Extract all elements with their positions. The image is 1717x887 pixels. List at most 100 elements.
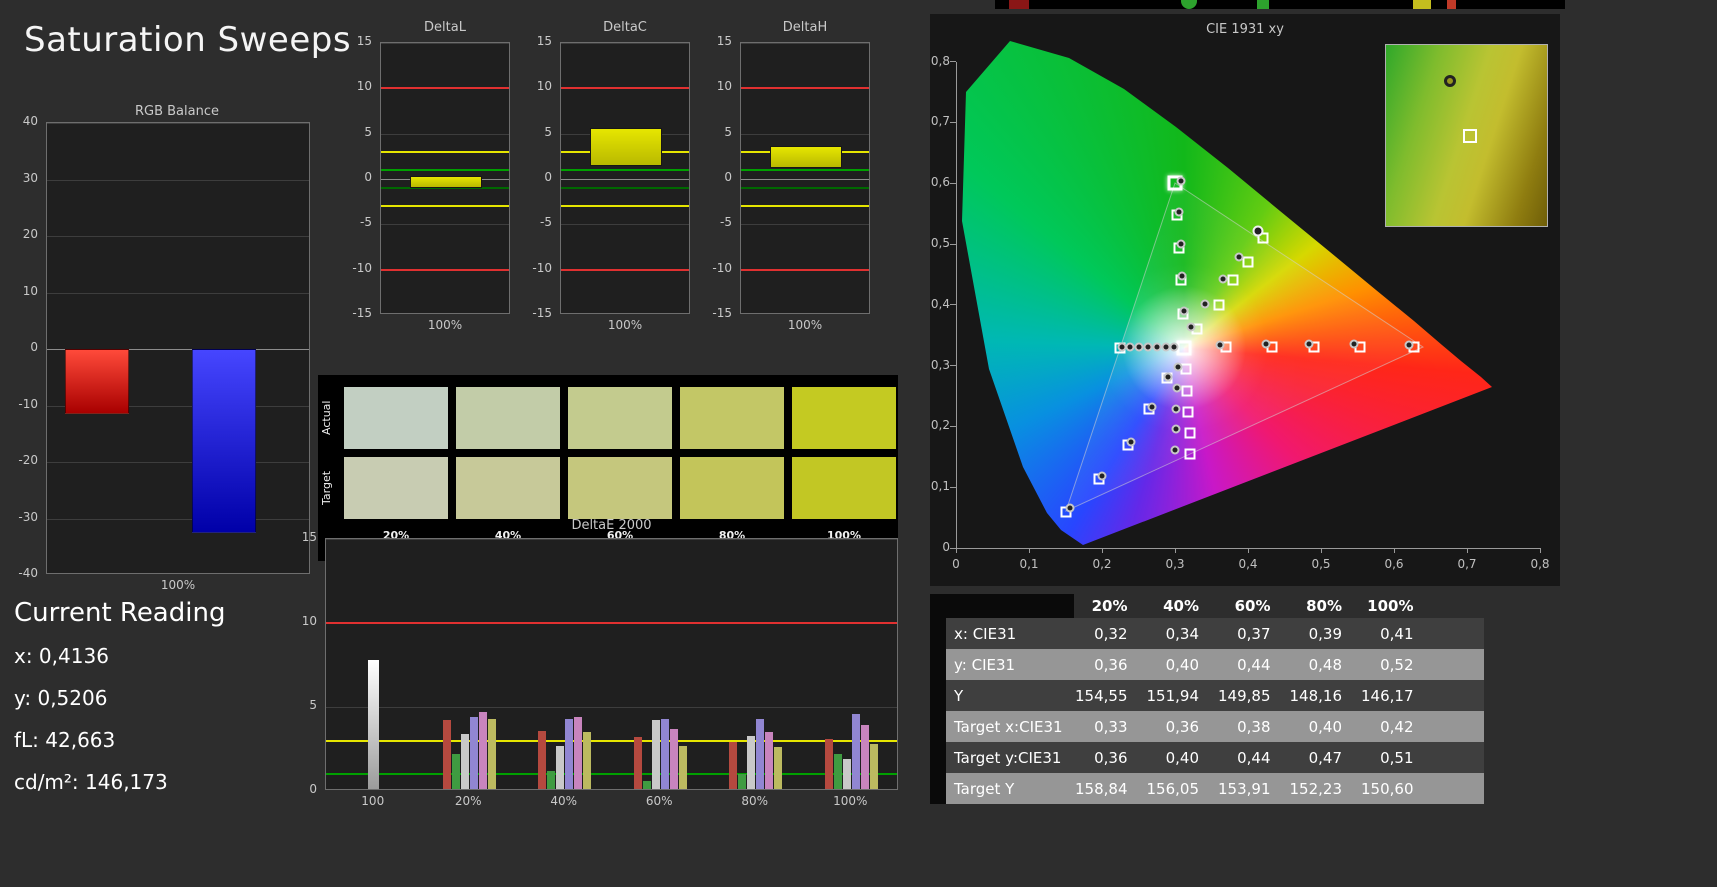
measurement-dot-marker bbox=[1152, 342, 1162, 352]
clipped-icon[interactable] bbox=[1413, 0, 1431, 9]
clipped-icon[interactable] bbox=[1447, 0, 1456, 9]
table-row: Y 154,55 151,94 149,85 148,16 146,17 bbox=[946, 680, 1484, 711]
x-tick-label: 100% bbox=[833, 794, 868, 808]
table-cell: 0,36 bbox=[1074, 649, 1146, 680]
measurement-dot-marker bbox=[1174, 207, 1184, 217]
gridline bbox=[326, 707, 897, 708]
y-tick-label: 15 bbox=[716, 34, 732, 48]
y-tick-label: 0,2 bbox=[930, 418, 950, 433]
measurement-dot-marker bbox=[1097, 471, 1107, 481]
y-tick-mark bbox=[950, 121, 956, 123]
delta-bar bbox=[770, 146, 842, 169]
gridline bbox=[741, 43, 869, 44]
rgb-balance-chart: RGB Balance 40 30 20 10 0 -10 -20 -30 -40 100% bbox=[4, 104, 314, 600]
table-cell: 0,41 bbox=[1360, 618, 1432, 649]
gridline bbox=[381, 224, 509, 226]
y-tick-label: 0,1 bbox=[930, 479, 950, 494]
y-axis-labels: 40 30 20 10 0 -10 -20 -30 -40 bbox=[4, 114, 42, 580]
reference-line bbox=[326, 739, 897, 742]
red-bar bbox=[729, 742, 738, 789]
x-axis-label: 100% bbox=[427, 318, 463, 332]
x-tick-mark bbox=[1247, 548, 1249, 553]
x-tick-mark bbox=[1028, 548, 1030, 553]
measurement-dot-marker bbox=[1172, 383, 1182, 393]
y-tick-label: 10 bbox=[356, 79, 372, 94]
y-tick-label: -15 bbox=[532, 306, 552, 320]
actual-swatch bbox=[456, 387, 560, 449]
delta-c-chart: DeltaC 15 10 5 0 -5 -10 -15 100% bbox=[532, 20, 692, 332]
measurement-dot-marker bbox=[1176, 239, 1186, 249]
reference-line bbox=[381, 87, 509, 90]
table-cell: 148,16 bbox=[1288, 680, 1360, 711]
table-corner-cell bbox=[946, 594, 1074, 618]
gridline bbox=[741, 133, 869, 135]
table-cell: 150,60 bbox=[1360, 773, 1432, 804]
actual-swatch bbox=[568, 387, 672, 449]
measurement-dot-marker bbox=[1143, 342, 1153, 352]
y-tick-label: -5 bbox=[360, 215, 372, 230]
y-tick-mark bbox=[950, 61, 956, 63]
reference-line bbox=[561, 87, 689, 90]
measurement-dot-marker bbox=[1404, 340, 1414, 350]
y-tick-label: 0 bbox=[30, 340, 38, 354]
x-tick-mark bbox=[1393, 548, 1395, 553]
row-label: Target y:CIE31 bbox=[946, 742, 1074, 773]
measurement-dot-marker bbox=[1176, 176, 1186, 186]
measurement-dot-marker bbox=[1218, 274, 1228, 284]
measurement-dot-marker bbox=[1200, 299, 1210, 309]
swatch-row-label: Target bbox=[320, 470, 333, 506]
row-label: Target x:CIE31 bbox=[946, 711, 1074, 742]
gray-bar bbox=[651, 720, 660, 789]
green-bar bbox=[547, 770, 556, 789]
target-swatch bbox=[792, 457, 896, 519]
y-tick-label: 5 bbox=[724, 124, 732, 139]
actual-swatch bbox=[680, 387, 784, 449]
target-square-marker bbox=[1184, 427, 1196, 439]
y-tick-label: 10 bbox=[536, 79, 552, 94]
y-tick-label: 20 bbox=[22, 227, 38, 241]
y-tick-label: 5 bbox=[309, 698, 317, 712]
x-tick-label: 80% bbox=[741, 794, 769, 808]
table-cell: 0,36 bbox=[1074, 742, 1146, 773]
y-tick-label: 10 bbox=[301, 614, 317, 628]
measurement-table: 20% 40% 60% 80% 100% x: CIE31 0,32 0,34 0,37 0,39… bbox=[930, 594, 1484, 804]
plot-area bbox=[380, 42, 510, 314]
y-tick-label: 0,4 bbox=[930, 296, 950, 311]
y-tick-label: 0 bbox=[942, 540, 950, 554]
table-filler bbox=[1431, 742, 1484, 773]
reference-line bbox=[381, 150, 509, 153]
current-reading-line: cd/m²: 146,173 bbox=[14, 770, 168, 794]
red-bar bbox=[442, 720, 451, 789]
measurement-dot-marker bbox=[1065, 503, 1075, 513]
reference-line bbox=[741, 205, 869, 208]
table-cell: 151,94 bbox=[1145, 680, 1217, 711]
magenta-bar bbox=[574, 717, 583, 789]
clipped-icon[interactable] bbox=[1009, 0, 1029, 9]
olive-bar bbox=[869, 743, 878, 789]
white-bar bbox=[368, 659, 380, 789]
x-tick-mark bbox=[955, 548, 957, 553]
table-cell: 153,91 bbox=[1217, 773, 1289, 804]
violet-bar bbox=[565, 718, 574, 789]
measurement-dot-marker bbox=[1171, 424, 1181, 434]
row-label: Y bbox=[946, 680, 1074, 711]
y-tick-label: -15 bbox=[352, 306, 372, 320]
y-tick-label: 5 bbox=[364, 124, 372, 139]
x-tick-mark bbox=[1466, 548, 1468, 553]
measurement-dot-marker bbox=[1147, 402, 1157, 412]
column-header: 60% bbox=[1234, 597, 1271, 615]
y-tick-mark bbox=[950, 304, 956, 306]
y-axis-labels: 15 10 5 0 -5 -10 -15 bbox=[532, 34, 556, 320]
reference-line bbox=[741, 87, 869, 90]
magenta-bar bbox=[669, 728, 678, 789]
x-tick-mark bbox=[1539, 548, 1541, 553]
gray-bar bbox=[556, 745, 565, 789]
plot-area bbox=[740, 42, 870, 314]
reference-line bbox=[561, 205, 689, 208]
measurement-dot-marker bbox=[1126, 437, 1136, 447]
clipped-icon[interactable] bbox=[1257, 0, 1269, 9]
y-tick-label: -20 bbox=[18, 453, 38, 467]
green-bar bbox=[642, 780, 651, 789]
clipped-icon[interactable] bbox=[1181, 0, 1197, 9]
deltae-chart: DeltaE 2000 15 10 5 0 100 20% 40% 60% 80% 100% bbox=[270, 518, 910, 818]
